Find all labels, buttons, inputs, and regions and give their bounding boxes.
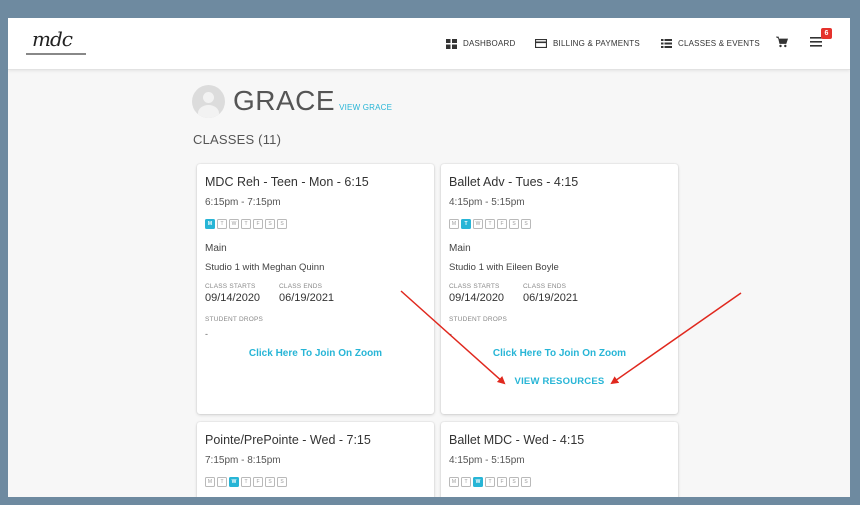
annotation-arrows	[400, 290, 742, 385]
annotation-arrow-right	[610, 292, 742, 385]
app-window: mdc DASHBOARD BILLING & PAYMENTS CLASSES…	[8, 18, 850, 497]
annotation-arrow-left	[400, 290, 506, 385]
